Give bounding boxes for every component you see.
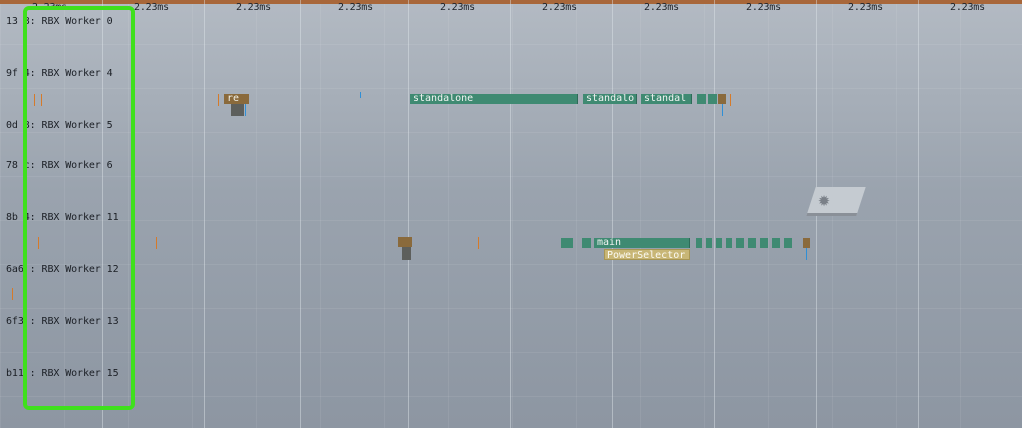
event-bar[interactable] (718, 94, 726, 104)
baseplate-part (806, 187, 866, 216)
event-bar[interactable] (398, 237, 412, 247)
time-tick: 2.23ms (848, 2, 883, 13)
annotation-highlight (23, 6, 135, 410)
time-gridline (204, 0, 205, 428)
time-tick: 2.23ms (542, 2, 577, 13)
event-bar[interactable] (748, 238, 756, 248)
event-marker[interactable] (245, 104, 246, 116)
time-tick: 2.23ms (746, 2, 781, 13)
event-bar[interactable] (582, 238, 591, 248)
time-gridline (612, 0, 613, 428)
event-bar[interactable] (696, 238, 702, 248)
event-bar[interactable] (706, 238, 712, 248)
time-tick: 2.23ms (236, 2, 271, 13)
event-bar[interactable] (736, 238, 744, 248)
event-marker[interactable] (218, 94, 219, 106)
time-gridline (408, 0, 409, 428)
event-marker[interactable] (156, 237, 157, 249)
time-tick: 2.23ms (950, 2, 985, 13)
event-marker[interactable] (478, 237, 479, 249)
event-bar[interactable] (561, 238, 573, 248)
event-bar-re[interactable]: re (224, 94, 249, 104)
event-bar[interactable] (784, 238, 792, 248)
time-tick: 2.23ms (440, 2, 475, 13)
event-bar-power-selector[interactable]: PowerSelector (604, 249, 690, 261)
event-bar-standalone[interactable]: standalone (410, 94, 578, 104)
viewport-background (0, 0, 1022, 428)
event-marker[interactable] (360, 92, 361, 98)
time-gridline (918, 0, 919, 428)
event-bar[interactable] (697, 94, 706, 104)
event-bar[interactable] (716, 238, 722, 248)
time-gridline (714, 0, 715, 428)
event-bar[interactable] (726, 238, 732, 248)
event-bar-standalo[interactable]: standalo (583, 94, 637, 104)
event-marker[interactable] (806, 248, 807, 260)
time-tick: 2.23ms (338, 2, 373, 13)
time-tick: 2.23ms (134, 2, 169, 13)
time-tick: 2.23ms (644, 2, 679, 13)
event-marker[interactable] (730, 94, 731, 106)
event-bar[interactable] (772, 238, 780, 248)
event-marker[interactable] (722, 104, 723, 116)
event-bar[interactable] (803, 238, 810, 248)
spawn-decal-icon: ✹ (818, 187, 831, 211)
event-bar-main[interactable]: main (594, 238, 690, 248)
time-gridline (510, 0, 511, 428)
event-bar-standal[interactable]: standal (641, 94, 692, 104)
event-marker[interactable] (12, 288, 13, 300)
event-bar[interactable] (760, 238, 768, 248)
time-gridline (300, 0, 301, 428)
event-sub-bar[interactable] (231, 104, 244, 116)
event-bar[interactable] (708, 94, 717, 104)
event-sub-bar[interactable] (402, 247, 411, 260)
